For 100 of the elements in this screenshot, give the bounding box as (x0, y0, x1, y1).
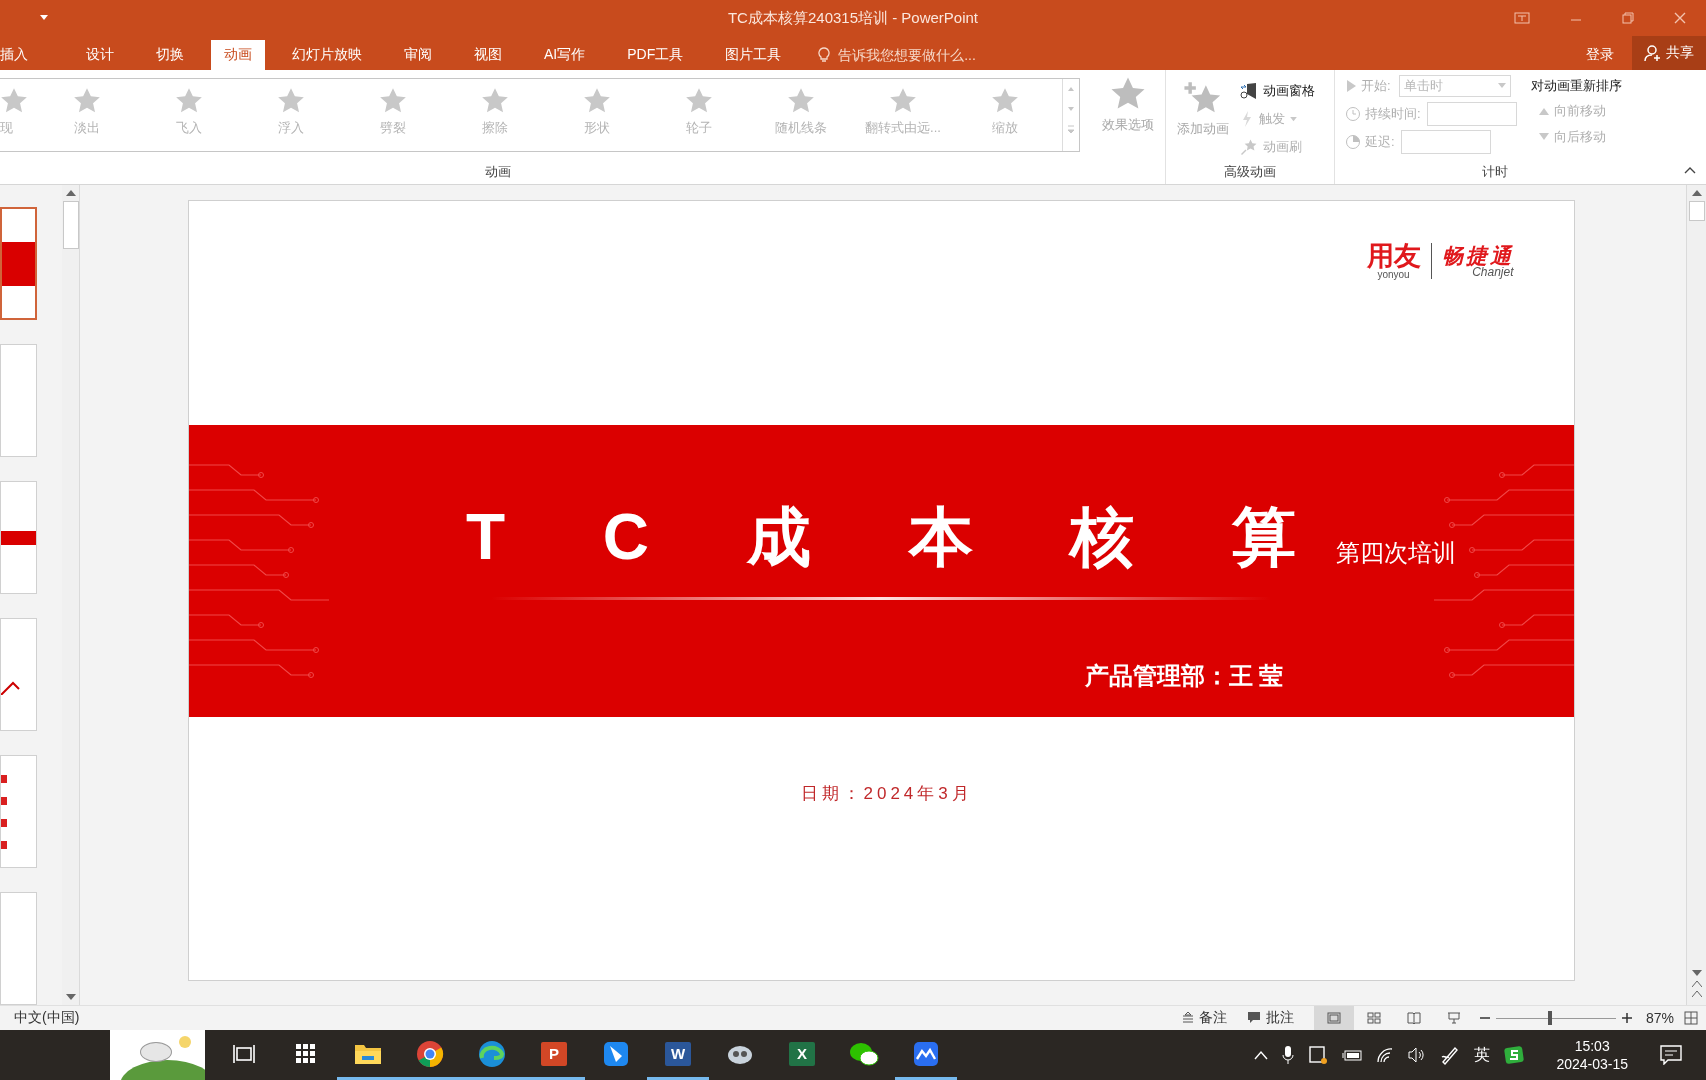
ribbon-tab[interactable]: 视图 (459, 40, 517, 70)
mountain-wave-icon (913, 1040, 939, 1067)
chrome-icon (416, 1039, 444, 1068)
group-label: 计时 (1481, 163, 1509, 181)
dropdown-caret-icon[interactable] (40, 15, 48, 21)
clock-icon (1345, 106, 1361, 122)
slide-scrollbar[interactable] (1686, 185, 1706, 1005)
office-app-icon: W (665, 1041, 691, 1066)
star-icon (73, 87, 101, 115)
scroll-down-icon[interactable] (1691, 969, 1702, 977)
slide-thumbnail[interactable] (0, 481, 37, 595)
s-logo-icon[interactable] (1504, 1045, 1525, 1065)
caret-icon (1290, 116, 1297, 122)
microphone-icon[interactable] (1282, 1045, 1295, 1065)
input-method-indicator[interactable]: 英 (1474, 1044, 1491, 1066)
thumbnail-scrollbar[interactable] (62, 185, 80, 1005)
app-grid-icon (296, 1043, 316, 1064)
star-icon (583, 87, 611, 115)
scroll-up-icon[interactable] (65, 189, 76, 197)
office-app-icon: P (541, 1041, 567, 1066)
logo-brand-subtext: yonyou (1377, 269, 1410, 280)
star-icon (0, 87, 28, 115)
star-icon (481, 87, 509, 115)
comments-button[interactable]: 批注 (1246, 1009, 1294, 1027)
battery-icon[interactable] (1342, 1048, 1363, 1062)
scrollbar-thumb[interactable] (62, 201, 79, 249)
language-status[interactable]: 中文(中国) (14, 1009, 80, 1027)
grid-view-icon (1366, 1012, 1381, 1024)
star-icon (991, 87, 1019, 115)
feather-icon (603, 1040, 629, 1067)
notes-button[interactable]: 备注 (1181, 1009, 1227, 1027)
delay-clock-icon (1345, 134, 1361, 150)
delay-field[interactable] (1400, 130, 1491, 154)
collapse-ribbon-icon[interactable] (1684, 166, 1696, 174)
slide-thumbnail[interactable] (0, 207, 37, 321)
notification-icon[interactable] (1660, 1045, 1682, 1065)
task-view-icon (233, 1043, 255, 1064)
reorder-heading: 对动画重新排序 (1530, 77, 1622, 95)
speaker-icon[interactable] (1408, 1047, 1427, 1063)
zoom-in-icon[interactable] (1621, 1013, 1632, 1023)
tell-me-field[interactable]: 告诉我您想要做什么... (836, 46, 1041, 64)
star-brush-icon (1240, 138, 1258, 156)
start-label: 开始: (1361, 77, 1391, 95)
duration-label: 持续时间: (1365, 105, 1421, 123)
tablet-sync-icon[interactable] (1308, 1045, 1329, 1065)
logo-product-text: 畅捷通 (1441, 244, 1514, 266)
slide-thumbnail[interactable] (0, 618, 37, 732)
clock[interactable]: 15:03 2024-03-15 (1556, 1036, 1628, 1074)
star-icon (277, 87, 305, 115)
slide-title: T C 成 本 核 算 (465, 505, 1337, 569)
window-title: TC成本核算240315培训 - PowerPoint (727, 8, 979, 28)
ribbon-tab[interactable]: AI写作 (529, 40, 601, 70)
group-label: 高级动画 (1223, 163, 1277, 181)
office-app-icon: X (789, 1041, 815, 1066)
ribbon-tab[interactable]: 插入 (0, 40, 43, 70)
scroll-up-icon[interactable] (1691, 189, 1702, 197)
taskbar-app-button[interactable]: W (647, 1030, 709, 1080)
ribbon-tab[interactable]: 审阅 (389, 40, 447, 70)
slide-thumbnail[interactable] (0, 344, 37, 458)
presentation-icon (1446, 1012, 1461, 1024)
ribbon-tab[interactable]: 幻灯片放映 (277, 40, 377, 70)
ribbon-tab[interactable]: 动画 (211, 40, 265, 70)
ribbon-tab[interactable]: 设计 (71, 40, 129, 70)
zoom-level-text[interactable]: 87% (1645, 1010, 1674, 1026)
group-label: 动画 (483, 163, 512, 181)
wifi-icon[interactable] (1376, 1047, 1395, 1063)
presenter-text: 产品管理部：王 莹 (1084, 661, 1284, 691)
delay-label: 延迟: (1365, 133, 1395, 151)
duration-field[interactable] (1426, 102, 1517, 126)
triangle-up-icon (1538, 107, 1549, 115)
play-icon (1345, 79, 1357, 93)
slide-thumbnail[interactable] (0, 755, 37, 868)
close-icon[interactable] (1674, 12, 1686, 24)
chat-bubbles-icon (849, 1040, 879, 1067)
scrollbar-thumb[interactable] (1688, 201, 1705, 221)
taskbar-app-button[interactable]: P (523, 1030, 585, 1080)
scroll-down-icon[interactable] (65, 993, 76, 1001)
lightbulb-icon (818, 47, 831, 63)
ribbon-tab[interactable]: 切换 (141, 40, 199, 70)
date-text: 日期：2024年3月 (800, 783, 974, 805)
notes-icon (1181, 1012, 1194, 1024)
taskbar-app-button[interactable]: X (771, 1030, 833, 1080)
sign-in-link[interactable]: 登录 (1586, 40, 1614, 70)
edge-icon (478, 1039, 506, 1068)
slide-thumbnail[interactable] (0, 892, 37, 1005)
ribbon-tab[interactable]: 图片工具 (710, 40, 797, 70)
star-icon (175, 87, 203, 115)
fit-slide-icon[interactable] (1684, 1011, 1698, 1025)
ribbon-tab[interactable]: PDF工具 (612, 40, 699, 70)
chevron-up-icon[interactable] (1254, 1050, 1269, 1060)
lightning-icon (1240, 110, 1254, 128)
view-button[interactable] (1313, 1005, 1354, 1031)
slide-subtitle: 第四次培训 (1336, 538, 1457, 568)
animation-pane-button[interactable]: 动画窗格 (1240, 78, 1315, 104)
book-icon (1406, 1012, 1421, 1024)
share-button[interactable]: 共享 (1632, 36, 1706, 70)
pane-icon (1240, 82, 1258, 100)
weather-widget-picture[interactable] (110, 1030, 205, 1080)
normal-view-icon (1326, 1012, 1341, 1024)
star-icon (787, 87, 815, 115)
